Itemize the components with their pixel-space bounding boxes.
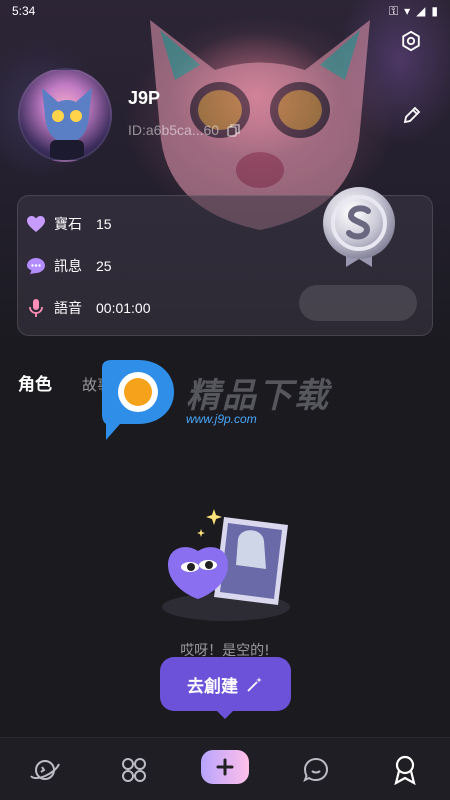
gear-icon [402, 30, 420, 52]
nav-discover[interactable] [116, 752, 152, 788]
gem-value: 15 [96, 216, 112, 232]
message-label: 訊息 [54, 258, 82, 274]
edit-profile-button[interactable] [398, 101, 426, 129]
tab-characters[interactable]: 角色 [18, 370, 52, 395]
bottom-navigation [0, 737, 450, 800]
watermark-title: 精品下载 [186, 376, 330, 416]
medal-progress-pill[interactable] [299, 285, 417, 321]
nav-explore[interactable] [27, 752, 63, 788]
watermark: 精品下载 www.j9p.com [98, 358, 350, 442]
pencil-icon [403, 106, 421, 124]
create-button[interactable]: 去創建 [160, 657, 291, 719]
voice-value: 00:01:00 [96, 300, 151, 316]
create-button-label: 去創建 [187, 676, 238, 697]
microphone-icon [29, 299, 43, 317]
magic-wand-icon [247, 677, 262, 692]
gem-icon [27, 216, 45, 232]
planet-icon [30, 760, 60, 780]
user-id: ID:a6b5ca...60 [128, 122, 220, 138]
avatar[interactable] [18, 68, 112, 162]
empty-state-illustration [162, 509, 290, 621]
voice-stat[interactable]: 語音 00:01:00 [26, 298, 151, 318]
status-time: 5:34 [12, 4, 36, 18]
username: J9P [128, 88, 161, 108]
nav-profile[interactable] [387, 752, 423, 788]
message-stat[interactable]: 訊息 25 [26, 256, 112, 276]
gem-label: 寶石 [54, 216, 82, 232]
gem-stat[interactable]: 寶石 15 [26, 214, 112, 234]
status-bar: 5:34 ⚿ ▾ ◢ ▮ [0, 0, 450, 22]
settings-button[interactable] [396, 26, 426, 56]
silver-medal-icon[interactable] [318, 185, 400, 277]
chat-icon [303, 757, 329, 783]
wifi-icon: ▾ [404, 4, 411, 18]
message-icon [27, 258, 45, 274]
copy-icon[interactable] [227, 123, 241, 137]
user-id-row: ID:a6b5ca...60 [128, 122, 241, 138]
avatar-cat-icon [42, 88, 92, 160]
watermark-url: www.j9p.com [186, 412, 257, 426]
profile-icon [394, 755, 416, 785]
message-value: 25 [96, 258, 112, 274]
grid-icon [122, 758, 146, 782]
key-icon: ⚿ [388, 3, 399, 18]
battery-icon: ▮ [431, 4, 438, 18]
nav-create[interactable] [201, 750, 249, 784]
j9p-logo-icon [102, 360, 174, 440]
add-icon [216, 758, 234, 776]
nav-chat[interactable] [298, 752, 334, 788]
signal-icon: ◢ [416, 4, 426, 18]
voice-label: 語音 [54, 300, 82, 316]
